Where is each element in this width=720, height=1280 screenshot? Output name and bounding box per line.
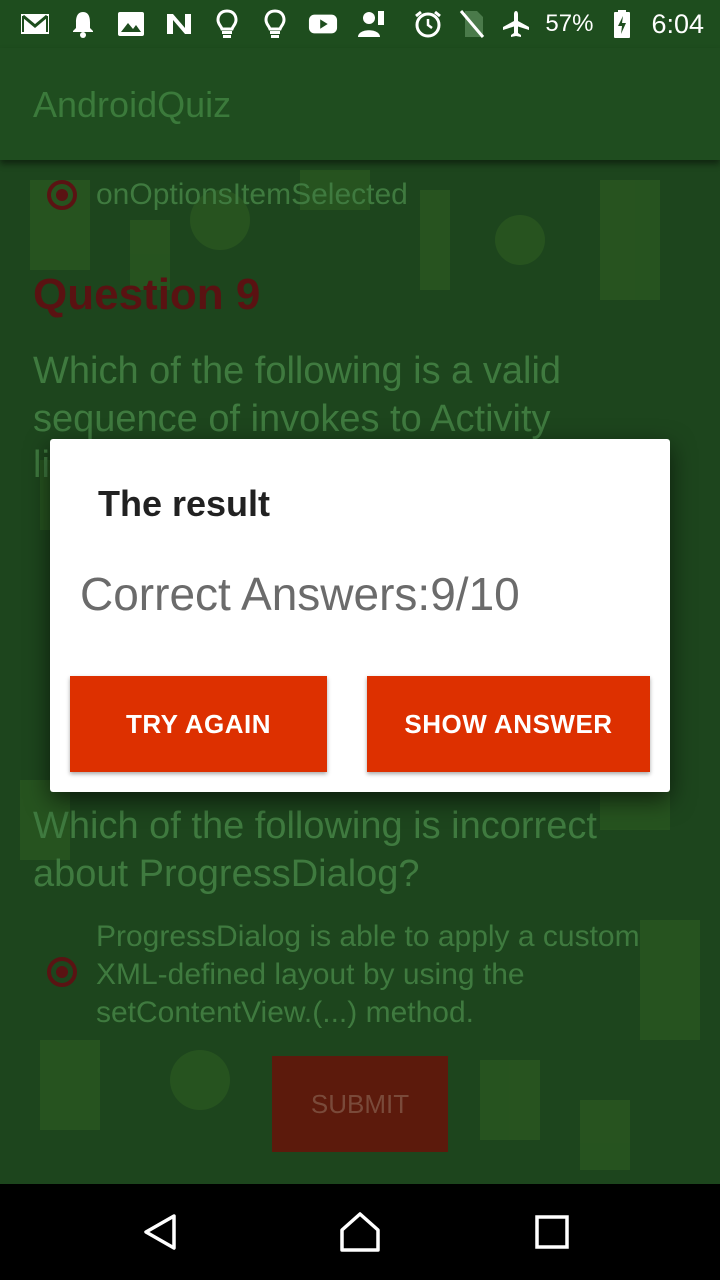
app-bar: AndroidQuiz (0, 48, 720, 160)
home-icon (340, 1212, 380, 1252)
airplane-icon (501, 9, 531, 39)
recents-button[interactable] (522, 1202, 582, 1262)
option-label-line2: XML-defined layout by using the (96, 958, 525, 991)
question-10-text-line2: about ProgressDialog? (33, 853, 420, 895)
question-10-text-line1: Which of the following is incorrect (33, 805, 597, 847)
person-icon (356, 9, 386, 39)
show-answer-button[interactable]: SHOW ANSWER (367, 676, 650, 772)
dialog-title: The result (98, 483, 271, 524)
status-bar: 57% 6:04 (0, 0, 720, 48)
option-label-line1: ProgressDialog is able to apply a custom (96, 920, 640, 953)
lightbulb-outline-icon (260, 9, 290, 39)
gmail-icon (20, 9, 50, 39)
option-radio[interactable] (47, 957, 77, 987)
submit-button[interactable]: SUBMIT (272, 1056, 448, 1152)
app-title: AndroidQuiz (33, 84, 232, 125)
question-9-text-line3: li (33, 444, 50, 486)
lightbulb-icon (212, 9, 242, 39)
home-button[interactable] (330, 1202, 390, 1262)
battery-percentage: 57% (545, 10, 594, 37)
question-9-heading: Question 9 (33, 270, 261, 319)
youtube-icon (308, 9, 338, 39)
clock: 6:04 (651, 8, 704, 39)
recents-square-icon (535, 1215, 569, 1249)
back-button[interactable] (130, 1202, 190, 1262)
dialog-message: Correct Answers:9/10 (80, 568, 520, 620)
option-label-line3: setContentView.(...) method. (96, 996, 474, 1029)
alarm-icon (413, 9, 443, 39)
back-triangle-icon (144, 1214, 176, 1250)
navigation-bar (0, 1184, 720, 1280)
question-9-text-line2: sequence of invokes to Activity (33, 398, 551, 440)
option-radio-prev[interactable] (47, 180, 77, 210)
try-again-button[interactable]: TRY AGAIN (70, 676, 327, 772)
no-sim-icon (457, 9, 487, 39)
result-dialog: The result Correct Answers:9/10 TRY AGAI… (50, 439, 670, 792)
battery-icon (607, 9, 637, 39)
question-9-text-line1: Which of the following is a valid (33, 350, 562, 392)
prev-option-label: onOptionsItemSelected (96, 178, 408, 211)
notification-bell-icon (68, 9, 98, 39)
image-icon (116, 9, 146, 39)
n-app-icon (164, 9, 194, 39)
